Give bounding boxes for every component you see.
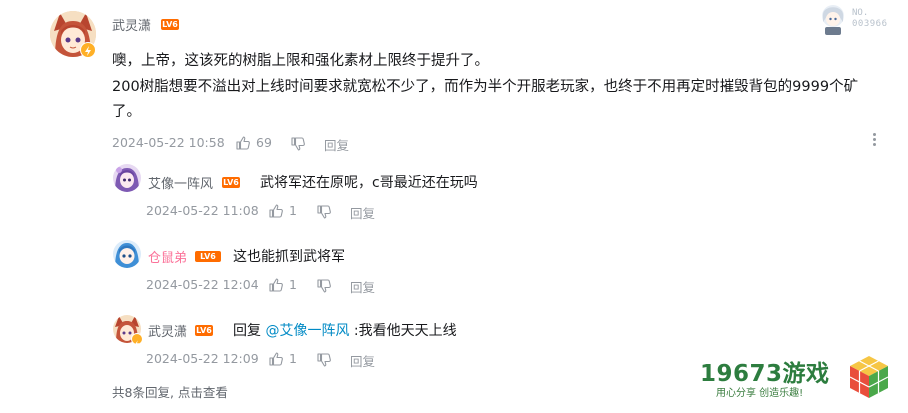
fan-badge-label: NO.: [852, 8, 869, 18]
thumbs-down-icon[interactable]: [290, 136, 306, 152]
reply-text: 回复 @艾像一阵风 :我看他天天上线: [233, 320, 457, 340]
verified-lightning-icon: [131, 333, 143, 348]
username[interactable]: 武灵潇: [112, 15, 151, 34]
thumbs-down-icon[interactable]: [316, 204, 332, 220]
comment-text-line-3: 了。: [112, 104, 141, 120]
cube-logo-icon: [849, 356, 889, 398]
more-options-icon[interactable]: [873, 133, 877, 148]
reply-prefix: 回复: [233, 323, 266, 339]
thumbs-up-icon[interactable]: [268, 277, 284, 293]
site-watermark: 19673游戏 用心分享 创造乐趣!: [700, 350, 900, 410]
like-count: 1: [289, 203, 297, 218]
watermark-title: 19673游戏: [700, 361, 830, 387]
fan-badge: NO. 003966: [818, 2, 898, 36]
avatar-blue-hair-image: [113, 240, 141, 268]
thumbs-down-icon[interactable]: [316, 278, 332, 294]
level-badge: LV6: [222, 177, 240, 188]
level-badge: LV6: [195, 325, 213, 336]
reply-time: 2024-05-22 11:08: [146, 203, 259, 218]
level-badge: LV6: [161, 19, 179, 30]
reply-button[interactable]: 回复: [324, 135, 349, 154]
mention-link[interactable]: @艾像一阵风: [265, 323, 349, 339]
reply-avatar[interactable]: [113, 164, 141, 192]
reply-text: 这也能抓到武将军: [233, 249, 345, 265]
comment-text-line-2: 200树脂想要不溢出对上线时间要求就宽松不少了，而作为半个开服老玩家，也终于不用…: [112, 79, 859, 95]
comment-text-line-1: 噢，上帝，这该死的树脂上限和强化素材上限终于提升了。: [112, 53, 489, 69]
thumbs-up-icon[interactable]: [268, 351, 284, 367]
reply-username[interactable]: 武灵潇: [148, 321, 187, 340]
level-badge: LV6: [195, 251, 221, 262]
avatar-purple-character-image: [113, 164, 141, 192]
fan-badge-number: 003966: [852, 19, 888, 29]
like-count: 1: [289, 351, 297, 366]
like-count: 69: [256, 135, 272, 150]
reply-username[interactable]: 艾像一阵风: [148, 173, 213, 192]
reply-avatar[interactable]: [113, 240, 141, 268]
reply-time: 2024-05-22 12:04: [146, 277, 259, 292]
view-all-replies-link[interactable]: 共8条回复, 点击查看: [112, 382, 228, 401]
verified-lightning-icon: [80, 42, 96, 58]
reply-body: :我看他天天上线: [349, 323, 457, 339]
reply-button[interactable]: 回复: [350, 277, 375, 296]
watermark-slogan: 用心分享 创造乐趣!: [716, 388, 804, 399]
like-count: 1: [289, 277, 297, 292]
reply-username[interactable]: 仓鼠弟: [148, 247, 187, 266]
reply-button[interactable]: 回复: [350, 203, 375, 222]
reply-time: 2024-05-22 12:09: [146, 351, 259, 366]
comment-time: 2024-05-22 10:58: [112, 135, 225, 150]
reply-button[interactable]: 回复: [350, 351, 375, 370]
fan-badge-character-icon: [822, 5, 844, 35]
thumbs-up-icon[interactable]: [235, 135, 251, 151]
reply-text: 武将军还在原呢，c哥最近还在玩吗: [260, 175, 478, 191]
thumbs-up-icon[interactable]: [268, 203, 284, 219]
thumbs-down-icon[interactable]: [316, 352, 332, 368]
